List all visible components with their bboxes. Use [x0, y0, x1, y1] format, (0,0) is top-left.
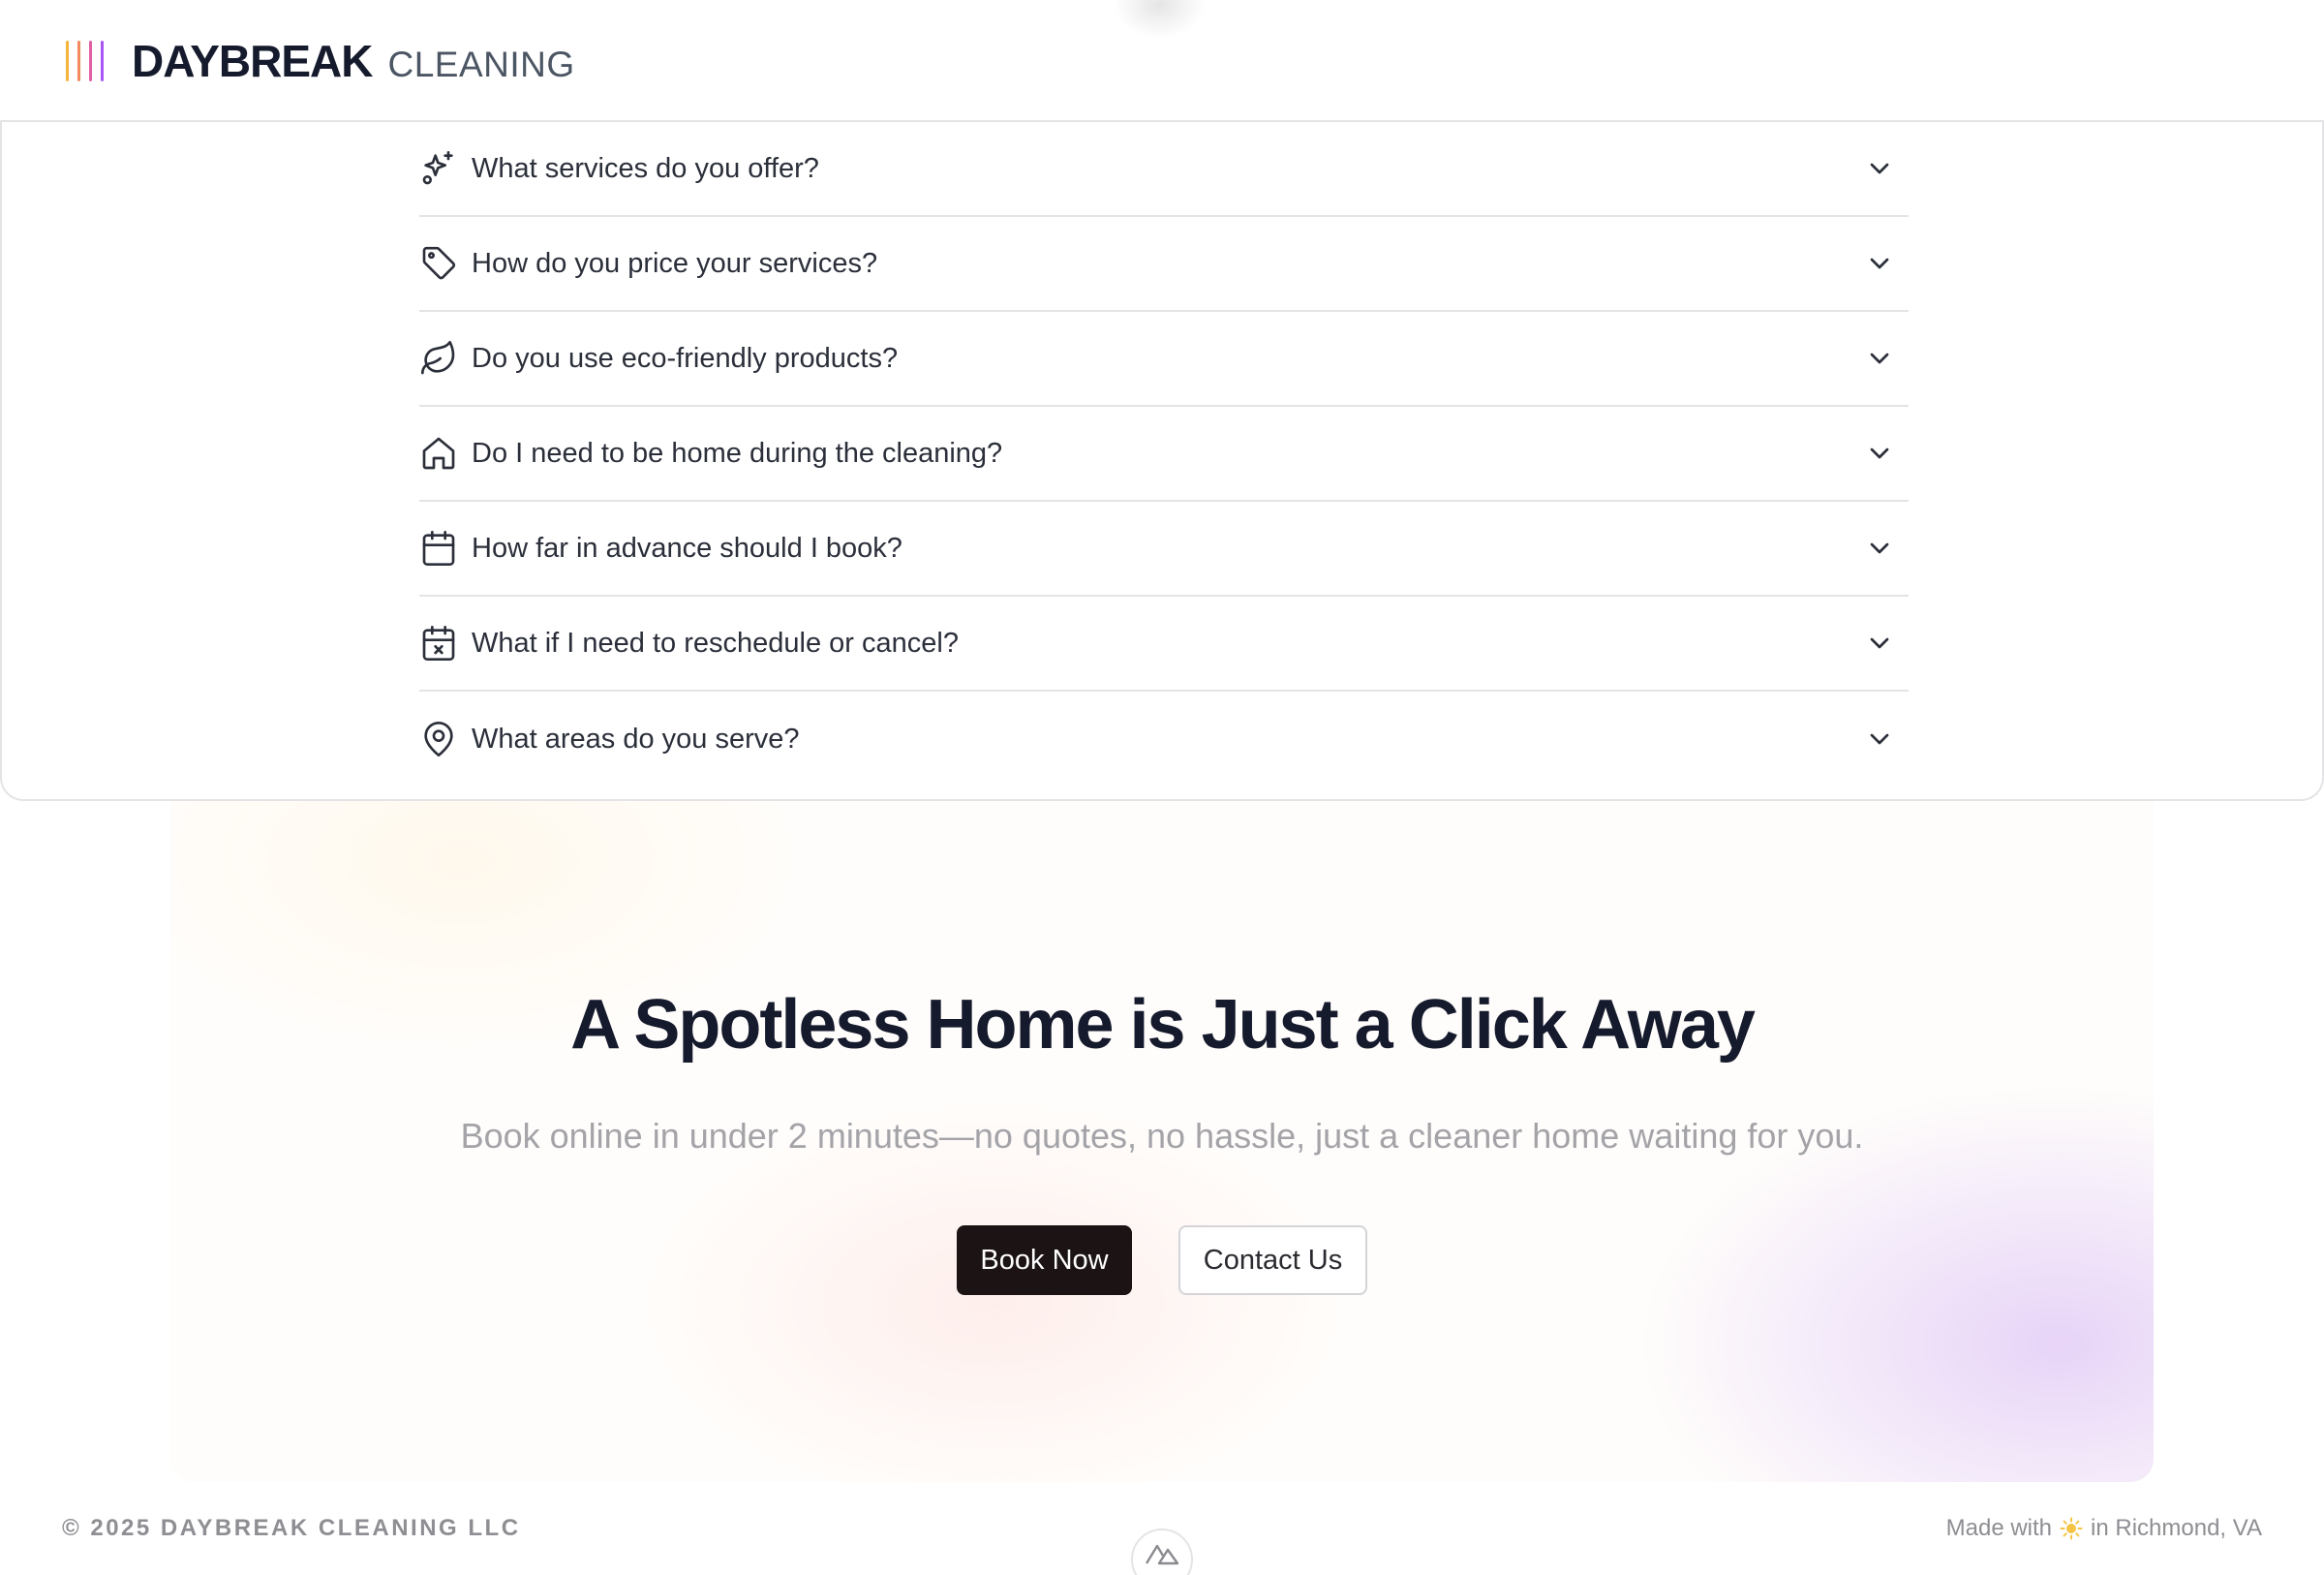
calendar-icon	[419, 529, 458, 568]
brand-tagline: CLEANING	[387, 45, 575, 84]
faq-question: How far in advance should I book?	[472, 532, 902, 564]
faq-item-advance[interactable]: How far in advance should I book?	[419, 502, 1909, 597]
faq-question: Do you use eco-friendly products?	[472, 342, 899, 374]
mountain-logo-badge[interactable]	[1131, 1529, 1193, 1575]
faq-question: What services do you offer?	[472, 152, 819, 184]
faq-section: What services do you offer? How do you p…	[0, 122, 2324, 801]
faq-item-eco[interactable]: Do you use eco-friendly products?	[419, 312, 1909, 407]
brand-logo[interactable]: DAYBREAK CLEANING	[132, 35, 575, 87]
footer-credit: Made with in Richmond, VA	[1946, 1515, 2262, 1542]
tag-icon	[419, 244, 458, 283]
faq-question: Do I need to be home during the cleaning…	[472, 437, 1003, 469]
faq-item-reschedule[interactable]: What if I need to reschedule or cancel?	[419, 597, 1909, 692]
map-pin-icon	[419, 720, 458, 758]
faq-list: What services do you offer? How do you p…	[419, 122, 1909, 787]
footer-made-with: Made with	[1945, 1515, 2053, 1541]
logo-mark[interactable]	[66, 41, 110, 81]
faq-item-home[interactable]: Do I need to be home during the cleaning…	[419, 407, 1909, 502]
faq-question: What areas do you serve?	[472, 723, 800, 755]
faq-item-pricing[interactable]: How do you price your services?	[419, 217, 1909, 312]
cta-subheading: Book online in under 2 minutes—no quotes…	[460, 1116, 1864, 1156]
faq-question: How do you price your services?	[472, 247, 878, 279]
cta-section: A Spotless Home is Just a Click Away Boo…	[170, 801, 2154, 1482]
contact-us-button[interactable]: Contact Us	[1178, 1225, 1367, 1295]
footer-copyright: © 2025 DAYBREAK CLEANING LLC	[62, 1515, 521, 1541]
brand-name: DAYBREAK	[132, 36, 373, 86]
book-now-button[interactable]: Book Now	[957, 1225, 1132, 1295]
leaf-icon	[419, 339, 458, 378]
faq-item-areas[interactable]: What areas do you serve?	[419, 692, 1909, 787]
calendar-x-icon	[419, 624, 458, 663]
chevron-down-icon[interactable]	[1864, 153, 1895, 184]
chevron-down-icon[interactable]	[1864, 438, 1895, 469]
mountain-icon	[1145, 1544, 1179, 1565]
cta-heading: A Spotless Home is Just a Click Away	[570, 986, 1756, 1064]
chevron-down-icon[interactable]	[1864, 628, 1895, 659]
faq-item-services[interactable]: What services do you offer?	[419, 122, 1909, 217]
chevron-down-icon[interactable]	[1864, 724, 1895, 755]
faq-question: What if I need to reschedule or cancel?	[472, 627, 959, 659]
chevron-down-icon[interactable]	[1864, 343, 1895, 374]
footer-location: in Richmond, VA	[2091, 1515, 2262, 1541]
sparkles-icon	[419, 149, 458, 188]
sun-icon	[2060, 1517, 2083, 1540]
home-icon	[419, 434, 458, 473]
chevron-down-icon[interactable]	[1864, 248, 1895, 279]
chevron-down-icon[interactable]	[1864, 533, 1895, 564]
